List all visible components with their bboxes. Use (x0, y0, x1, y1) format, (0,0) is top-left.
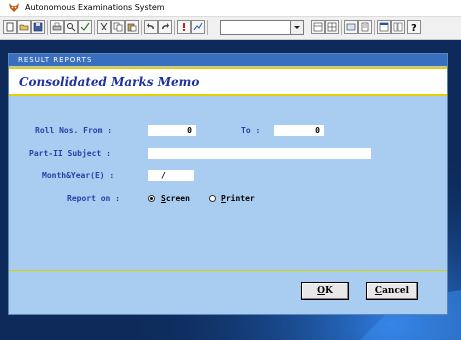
save-icon[interactable] (31, 20, 45, 34)
grid-icon[interactable] (325, 20, 339, 34)
redo-icon[interactable] (158, 20, 172, 34)
printer-option-label[interactable]: Printer (221, 193, 255, 204)
result-reports-dialog: RESULT REPORTS Consolidated Marks Memo R… (8, 53, 448, 315)
app-logo-icon (9, 3, 19, 12)
dialog-header: RESULT REPORTS (9, 54, 447, 66)
screen-option-label[interactable]: Screen (161, 193, 190, 204)
paste-icon[interactable] (125, 20, 139, 34)
new-icon[interactable] (3, 20, 17, 34)
subject-input[interactable] (148, 148, 371, 159)
roll-from-input[interactable]: 0 (148, 125, 196, 136)
tile-icon[interactable] (391, 20, 405, 34)
view-icon[interactable] (311, 20, 325, 34)
window-icon[interactable] (377, 20, 391, 34)
cut-icon[interactable] (97, 20, 111, 34)
report-banner: Consolidated Marks Memo (9, 67, 447, 96)
subject-label: Part-II Subject : (29, 149, 111, 158)
help-icon[interactable]: ? (407, 20, 421, 34)
form-icon[interactable] (344, 20, 358, 34)
chart-icon[interactable] (191, 20, 205, 34)
undo-icon[interactable] (144, 20, 158, 34)
dialog-caption: RESULT REPORTS (18, 56, 93, 64)
screen-radio[interactable] (148, 195, 155, 202)
open-icon[interactable] (17, 20, 31, 34)
toolbar: ? (0, 17, 461, 40)
roll-to-label: To : (241, 126, 261, 135)
report-on-label: Report on : (67, 194, 120, 203)
chevron-down-icon[interactable] (290, 21, 303, 34)
month-year-input[interactable]: / (148, 170, 194, 181)
report-icon[interactable] (358, 20, 372, 34)
copy-icon[interactable] (111, 20, 125, 34)
ok-button[interactable]: OK (301, 282, 349, 300)
dialog-divider (9, 270, 447, 271)
print-icon[interactable] (50, 20, 64, 34)
exclamation-icon[interactable] (177, 20, 191, 34)
spell-icon[interactable] (78, 20, 92, 34)
window-title: Autonomous Examinations System (25, 3, 165, 12)
toolbar-combo[interactable] (220, 20, 304, 35)
print-preview-icon[interactable] (64, 20, 78, 34)
month-year-label: Month&Year(E) : (42, 171, 115, 180)
svg-text:?: ? (411, 23, 417, 32)
cancel-button[interactable]: Cancel (366, 282, 418, 300)
printer-radio[interactable] (209, 195, 216, 202)
roll-from-label: Roll Nos. From : (35, 126, 113, 135)
report-title: Consolidated Marks Memo (19, 75, 200, 89)
title-bar: Autonomous Examinations System (0, 0, 461, 17)
roll-to-input[interactable]: 0 (274, 125, 324, 136)
